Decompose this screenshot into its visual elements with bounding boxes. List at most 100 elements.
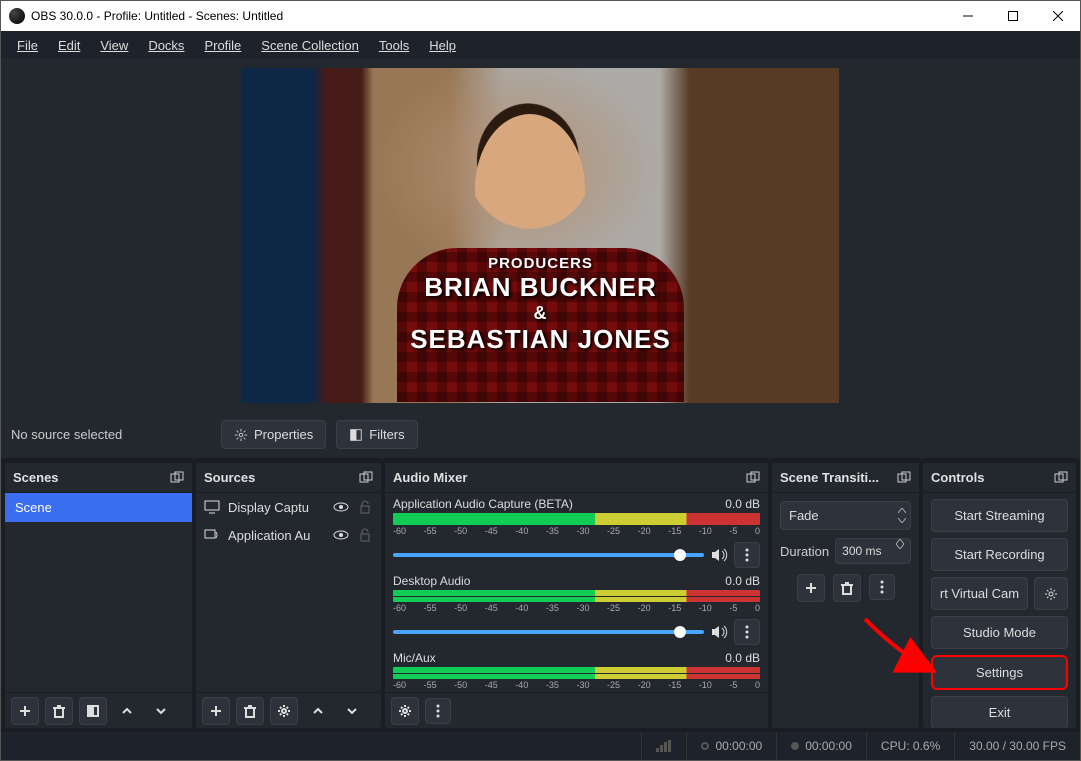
start-virtual-cam-button[interactable]: rt Virtual Cam xyxy=(931,577,1028,610)
popout-icon[interactable] xyxy=(897,471,911,485)
source-item-display-capture[interactable]: Display Captu xyxy=(196,493,381,521)
signal-icon xyxy=(656,740,672,752)
audio-mixer-dock: Audio Mixer Application Audio Capture (B… xyxy=(385,463,768,728)
menu-docks[interactable]: Docks xyxy=(138,35,194,56)
statusbar: 00:00:00 00:00:00 CPU: 0.6% 30.00 / 30.0… xyxy=(1,732,1080,760)
mixer-channel: Application Audio Capture (BETA) 0.0 dB -… xyxy=(385,493,768,568)
channel-name: Application Audio Capture (BETA) xyxy=(393,497,573,511)
updown-icon[interactable] xyxy=(894,506,910,526)
rec-dot-icon xyxy=(791,742,799,750)
properties-button[interactable]: Properties xyxy=(221,420,326,449)
controls-title: Controls xyxy=(931,470,984,485)
source-item-application-audio[interactable]: Application Au xyxy=(196,521,381,549)
db-ticks: -60-55-50-45-40-35-30-25-20-15-10-50 xyxy=(393,680,760,690)
filters-button[interactable]: Filters xyxy=(336,420,417,449)
obs-logo-icon xyxy=(9,8,25,24)
menu-view[interactable]: View xyxy=(90,35,138,56)
window-title: OBS 30.0.0 - Profile: Untitled - Scenes:… xyxy=(31,9,945,23)
minimize-button[interactable] xyxy=(945,1,990,31)
audio-meter xyxy=(393,667,760,679)
delete-source-button[interactable] xyxy=(236,697,264,725)
duration-input[interactable]: 300 ms xyxy=(835,538,911,564)
menu-edit[interactable]: Edit xyxy=(48,35,90,56)
volume-slider[interactable] xyxy=(393,553,704,557)
transition-menu-button[interactable] xyxy=(869,574,895,600)
gear-icon xyxy=(1044,587,1058,601)
menu-scene-collection[interactable]: Scene Collection xyxy=(251,35,369,56)
mixer-menu-button[interactable] xyxy=(425,698,451,724)
app-audio-icon xyxy=(204,527,220,543)
mixer-settings-button[interactable] xyxy=(391,697,419,725)
menu-tools[interactable]: Tools xyxy=(369,35,419,56)
scene-down-button[interactable] xyxy=(147,697,175,725)
db-ticks: -60-55-50-45-40-35-30-25-20-15-10-50 xyxy=(393,526,760,536)
maximize-button[interactable] xyxy=(990,1,1035,31)
delete-transition-button[interactable] xyxy=(833,574,861,602)
add-source-button[interactable] xyxy=(202,697,230,725)
menu-profile[interactable]: Profile xyxy=(194,35,251,56)
scene-up-button[interactable] xyxy=(113,697,141,725)
channel-menu-button[interactable] xyxy=(734,619,760,645)
fps: 30.00 / 30.00 FPS xyxy=(954,732,1080,760)
scenes-title: Scenes xyxy=(13,470,59,485)
transition-select[interactable]: Fade xyxy=(780,501,911,530)
audio-meter xyxy=(393,590,760,602)
lock-icon[interactable] xyxy=(357,527,373,543)
transitions-title: Scene Transiti... xyxy=(780,470,879,485)
popout-icon[interactable] xyxy=(170,471,184,485)
stream-time: 00:00:00 xyxy=(686,732,776,760)
popout-icon[interactable] xyxy=(746,471,760,485)
preview-canvas[interactable]: PRODUCERS BRIAN BUCKNER & SEBASTIAN JONE… xyxy=(242,68,839,403)
filters-icon xyxy=(349,428,363,442)
visibility-toggle-icon[interactable] xyxy=(333,499,349,515)
exit-button[interactable]: Exit xyxy=(931,696,1068,728)
scene-transitions-dock: Scene Transiti... Fade Duration 300 ms xyxy=(772,463,919,728)
delete-scene-button[interactable] xyxy=(45,697,73,725)
start-recording-button[interactable]: Start Recording xyxy=(931,538,1068,571)
virtual-cam-settings-button[interactable] xyxy=(1034,577,1068,610)
volume-slider[interactable] xyxy=(393,630,704,634)
channel-menu-button[interactable] xyxy=(734,542,760,568)
sources-title: Sources xyxy=(204,470,255,485)
popout-icon[interactable] xyxy=(359,471,373,485)
channel-db: 0.0 dB xyxy=(725,651,760,665)
controls-dock: Controls Start Streaming Start Recording… xyxy=(923,463,1076,728)
source-toolbar: No source selected Properties Filters xyxy=(1,411,1080,459)
source-properties-button[interactable] xyxy=(270,697,298,725)
source-selection-status: No source selected xyxy=(11,427,211,442)
gear-icon xyxy=(234,428,248,442)
scene-item[interactable]: Scene xyxy=(5,493,192,522)
channel-name: Mic/Aux xyxy=(393,651,436,665)
start-streaming-button[interactable]: Start Streaming xyxy=(931,499,1068,532)
channel-name: Desktop Audio xyxy=(393,574,470,588)
settings-button[interactable]: Settings xyxy=(931,655,1068,690)
speaker-icon[interactable] xyxy=(710,623,728,641)
add-scene-button[interactable] xyxy=(11,697,39,725)
channel-db: 0.0 dB xyxy=(725,497,760,511)
scene-filter-button[interactable] xyxy=(79,697,107,725)
cpu-usage: CPU: 0.6% xyxy=(866,732,954,760)
menu-help[interactable]: Help xyxy=(419,35,466,56)
close-button[interactable] xyxy=(1035,1,1080,31)
channel-db: 0.0 dB xyxy=(725,574,760,588)
duration-label: Duration xyxy=(780,544,829,559)
studio-mode-button[interactable]: Studio Mode xyxy=(931,616,1068,649)
display-icon xyxy=(204,499,220,515)
scenes-dock: Scenes Scene xyxy=(5,463,192,728)
network-status xyxy=(641,732,686,760)
speaker-icon[interactable] xyxy=(710,546,728,564)
menu-file[interactable]: File xyxy=(7,35,48,56)
mixer-title: Audio Mixer xyxy=(393,470,467,485)
sources-dock: Sources Display Captu Application Au xyxy=(196,463,381,728)
audio-meter xyxy=(393,513,760,525)
lock-icon[interactable] xyxy=(357,499,373,515)
titlebar: OBS 30.0.0 - Profile: Untitled - Scenes:… xyxy=(1,1,1080,31)
stream-dot-icon xyxy=(701,742,709,750)
preview-area: PRODUCERS BRIAN BUCKNER & SEBASTIAN JONE… xyxy=(1,59,1080,411)
visibility-toggle-icon[interactable] xyxy=(333,527,349,543)
source-up-button[interactable] xyxy=(304,697,332,725)
popout-icon[interactable] xyxy=(1054,471,1068,485)
rec-time: 00:00:00 xyxy=(776,732,866,760)
source-down-button[interactable] xyxy=(338,697,366,725)
add-transition-button[interactable] xyxy=(797,574,825,602)
